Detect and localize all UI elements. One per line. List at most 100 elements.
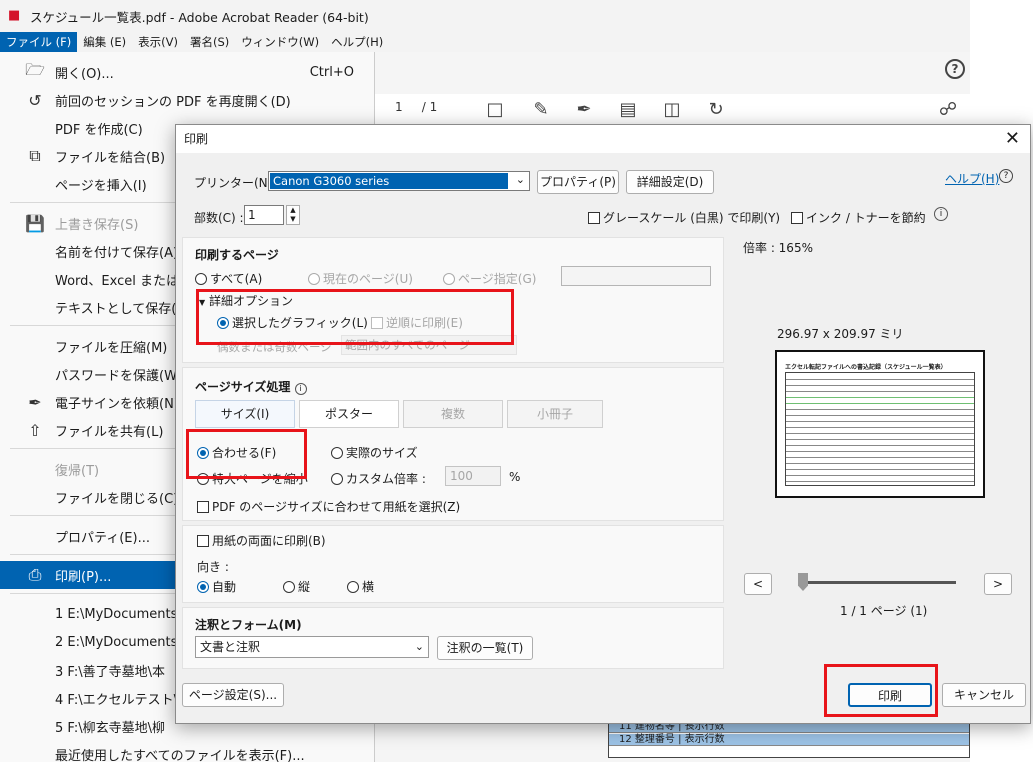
- grayscale-checkbox[interactable]: グレースケール (白黒) で印刷(Y): [588, 209, 780, 226]
- radio-specify-pages[interactable]: ページ指定(G): [443, 270, 536, 287]
- zoom-label: 倍率 : 165%: [743, 241, 813, 255]
- summarize-comments-button[interactable]: 注釈の一覧(T): [437, 636, 533, 660]
- printer-value: Canon G3060 series: [270, 173, 508, 189]
- thumbnail-row-line: [786, 421, 974, 422]
- tab-size[interactable]: サイズ(I): [195, 400, 295, 428]
- menu-sign[interactable]: 署名(S): [184, 32, 235, 52]
- advanced-button[interactable]: 詳細設定(D): [626, 170, 714, 194]
- radio-orientation-portrait[interactable]: 縦: [283, 578, 310, 595]
- doc-row: 12 整理番号 | 表示行数: [609, 734, 969, 746]
- page-total: / 1: [421, 100, 438, 114]
- highlight-box-fit: [186, 429, 307, 479]
- comments-title: 注釈とフォーム(M): [195, 618, 302, 632]
- radio-all[interactable]: すべて(A): [195, 270, 262, 287]
- thumbnail-row-line: [786, 439, 974, 440]
- menu-file[interactable]: ファイル (F): [0, 32, 78, 52]
- menu-window[interactable]: ウィンドウ(W): [235, 32, 325, 52]
- actual-size-label: 実際のサイズ: [346, 446, 418, 460]
- menu-view[interactable]: 表示(V): [132, 32, 184, 52]
- background-document: 11 建物名等 | 長示行数 12 整理番号 | 表示行数: [608, 720, 970, 758]
- info-icon[interactable]: i: [934, 207, 948, 221]
- orientation-portrait-label: 縦: [298, 580, 311, 594]
- sign-pen-icon[interactable]: ✒: [572, 98, 596, 122]
- tab-multiple[interactable]: 複数: [403, 400, 503, 428]
- page-current[interactable]: 1: [395, 100, 403, 114]
- copies-input[interactable]: 1: [244, 205, 284, 225]
- next-page-button[interactable]: >: [984, 573, 1012, 595]
- thumbnail-row-line: [786, 403, 974, 404]
- radio-custom-scale[interactable]: カスタム倍率 :: [331, 470, 426, 487]
- copies-label: 部数(C) :: [194, 211, 244, 225]
- duplex-label: 用紙の両面に印刷(B): [212, 534, 326, 548]
- duplex-group: 用紙の両面に印刷(B) 向き : 自動 縦 横: [182, 525, 724, 603]
- thumbnail-row-line: [786, 475, 974, 476]
- link-icon[interactable]: ☍: [936, 98, 960, 122]
- thumbnail-row-line: [786, 427, 974, 428]
- pdf-app-icon: ■: [8, 8, 21, 23]
- comment-icon[interactable]: □: [483, 98, 507, 122]
- thumbnail-row-line: [786, 409, 974, 410]
- help-link[interactable]: ヘルプ(H): [945, 170, 999, 187]
- rotate-icon[interactable]: ↻: [704, 98, 728, 122]
- thumbnail-row-line: [786, 385, 974, 386]
- preview-slider-track[interactable]: [798, 581, 956, 584]
- page-setup-button[interactable]: ページ設定(S)...: [182, 683, 284, 707]
- trash-icon[interactable]: ◫: [660, 98, 684, 122]
- custom-scale-label: カスタム倍率 :: [346, 472, 426, 486]
- radio-orientation-landscape[interactable]: 横: [347, 578, 374, 595]
- menu-bar: ファイル (F) 編集 (E) 表示(V) 署名(S) ウィンドウ(W) ヘルプ…: [0, 32, 970, 52]
- cancel-button[interactable]: キャンセル: [942, 683, 1026, 707]
- copies-stepper[interactable]: ▲ ▼: [286, 205, 300, 225]
- window-titlebar: ■ スケジュール一覧表.pdf - Adobe Acrobat Reader (…: [0, 0, 970, 32]
- highlight-box-options: [196, 289, 514, 345]
- preview-thumbnail: エクセル転記ファイルへの書込記録（スケジュール一覧表）: [775, 350, 985, 498]
- combine-icon: ⧉: [29, 146, 41, 165]
- menu-open[interactable]: 🗁 開く(O)... Ctrl+O: [0, 58, 374, 86]
- radio-actual-size[interactable]: 実際のサイズ: [331, 444, 418, 461]
- thumbnail-title: エクセル転記ファイルへの書込記録（スケジュール一覧表）: [785, 364, 947, 371]
- radio-current-label: 現在のページ(U): [323, 272, 413, 286]
- menu-reopen-session[interactable]: ↺ 前回のセッションの PDF を再度開く(D): [0, 86, 374, 114]
- print-dialog: 印刷 ✕ プリンター(N) : Canon G3060 series ⌄ プロパ…: [175, 124, 1031, 724]
- thumbnail-row-line: [786, 457, 974, 458]
- thumbnail-row-line: [786, 379, 974, 380]
- printer-select[interactable]: Canon G3060 series ⌄: [268, 171, 530, 191]
- tab-booklet[interactable]: 小冊子: [507, 400, 603, 428]
- menu-show-all-recent[interactable]: 最近使用したすべてのファイルを表示(F)...: [0, 740, 374, 768]
- chevron-down-icon: ⌄: [414, 640, 424, 653]
- help-icon[interactable]: ?: [945, 59, 965, 79]
- radio-current-page[interactable]: 現在のページ(U): [308, 270, 413, 287]
- percent-label: %: [509, 470, 521, 484]
- size-tabs: サイズ(I) ポスター 複数 小冊子: [195, 400, 603, 428]
- thumbnail-row-line: [786, 433, 974, 434]
- custom-scale-input[interactable]: 100: [445, 466, 501, 486]
- page-size-title-text: ページサイズ処理: [195, 380, 291, 394]
- prev-page-button[interactable]: <: [744, 573, 772, 595]
- menu-help[interactable]: ヘルプ(H): [325, 32, 389, 52]
- highlight-pen-icon[interactable]: ✎: [529, 98, 553, 122]
- help-circle-icon[interactable]: ?: [999, 169, 1013, 183]
- thumbnail-row-line: [786, 481, 974, 482]
- save-ink-checkbox[interactable]: インク / トナーを節約: [791, 209, 926, 226]
- info-icon[interactable]: i: [294, 383, 307, 395]
- printer-properties-button[interactable]: プロパティ(P): [537, 170, 619, 194]
- page-number[interactable]: 1 / 1: [395, 100, 437, 114]
- orientation-auto-label: 自動: [212, 580, 237, 594]
- comments-group: 注釈とフォーム(M) 文書と注釈 ⌄ 注釈の一覧(T): [182, 607, 724, 669]
- thumbnail-row-line: [786, 451, 974, 452]
- duplex-checkbox[interactable]: 用紙の両面に印刷(B): [197, 532, 326, 549]
- save-ink-label: インク / トナーを節約: [806, 211, 926, 225]
- chevron-down-icon: ⌄: [515, 173, 525, 186]
- menu-edit[interactable]: 編集 (E): [77, 32, 132, 52]
- thumbnail-row-line: [786, 391, 974, 392]
- folder-open-icon: 🗁: [25, 59, 45, 79]
- tab-poster[interactable]: ポスター: [299, 400, 399, 428]
- radio-orientation-auto[interactable]: 自動: [197, 578, 236, 595]
- comments-select[interactable]: 文書と注釈 ⌄: [195, 636, 429, 658]
- pages-section-title: 印刷するページ: [195, 248, 279, 262]
- close-icon[interactable]: ✕: [1005, 128, 1020, 150]
- open-shortcut: Ctrl+O: [309, 64, 354, 80]
- choose-paper-checkbox[interactable]: PDF のページサイズに合わせて用紙を選択(Z): [197, 498, 460, 515]
- edit-doc-icon[interactable]: ▤: [616, 98, 640, 122]
- page-range-input[interactable]: [561, 266, 711, 286]
